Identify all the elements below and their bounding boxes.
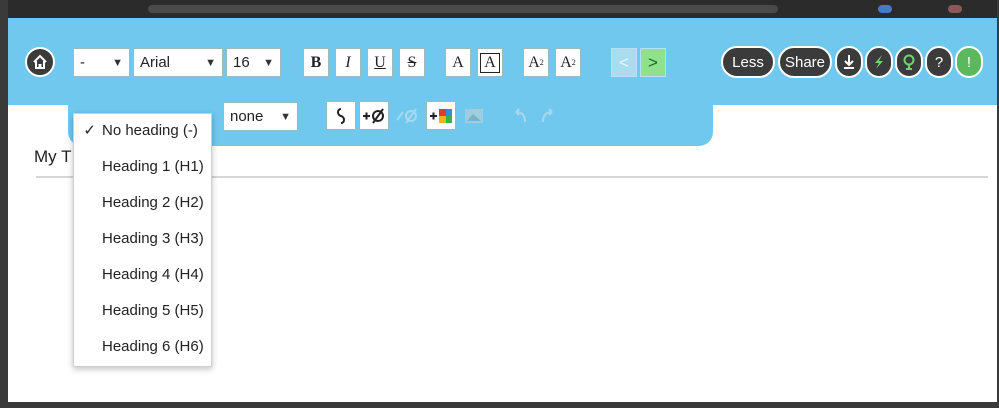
heading-dropdown-menu: ✓ No heading (-) Heading 1 (H1) Heading … <box>73 113 212 367</box>
alert-label: ! <box>966 53 972 71</box>
heading-select[interactable]: - ▼ <box>73 48 130 77</box>
menu-item-no-heading[interactable]: ✓ No heading (-) <box>74 115 211 145</box>
image-icon <box>465 108 483 123</box>
highlight-button[interactable]: A <box>477 48 503 77</box>
link-icon <box>337 107 345 124</box>
superscript-button[interactable]: A2 <box>523 48 549 77</box>
menu-item-heading-5[interactable]: Heading 5 (H5) <box>74 295 211 325</box>
share-label: Share <box>784 53 826 71</box>
style-select[interactable]: none ▼ <box>223 102 298 131</box>
download-icon <box>844 55 854 69</box>
underline-button[interactable]: U <box>367 48 393 77</box>
add-link-button[interactable] <box>359 101 389 130</box>
chevron-down-icon: ▼ <box>280 110 291 123</box>
menu-item-heading-2[interactable]: Heading 2 (H2) <box>74 187 211 217</box>
less-label: Less <box>732 53 764 71</box>
underline-label: U <box>374 53 386 71</box>
menu-item-label: Heading 4 (H4) <box>102 265 204 283</box>
subscript-label: A <box>560 53 572 71</box>
italic-label: I <box>345 53 351 71</box>
redo-button[interactable] <box>533 101 563 130</box>
remove-link-icon <box>396 107 417 124</box>
style-select-value: none <box>230 108 264 125</box>
undo-button[interactable] <box>505 101 535 130</box>
previous-label: < <box>619 52 629 72</box>
superscript-mark: 2 <box>539 58 544 67</box>
bold-label: B <box>310 53 322 71</box>
subscript-button[interactable]: A2 <box>555 48 581 77</box>
next-button[interactable]: > <box>640 48 666 77</box>
image-button[interactable] <box>459 101 489 130</box>
strikethrough-label: S <box>407 53 417 71</box>
less-button[interactable]: Less <box>721 46 775 78</box>
heading-select-value: - <box>80 54 85 71</box>
subscript-mark: 2 <box>571 58 576 67</box>
extension-icon[interactable] <box>878 5 892 13</box>
highlight-label: A <box>480 52 500 73</box>
chevron-down-icon: ▼ <box>112 56 123 69</box>
profile-icon[interactable] <box>948 5 962 13</box>
tree-icon <box>903 54 915 70</box>
download-button[interactable] <box>835 46 863 78</box>
previous-button[interactable]: < <box>611 48 637 77</box>
alert-button[interactable]: ! <box>955 46 983 78</box>
font-family-select[interactable]: Arial ▼ <box>133 48 223 77</box>
menu-item-heading-1[interactable]: Heading 1 (H1) <box>74 151 211 181</box>
help-label: ? <box>934 53 944 71</box>
link-button[interactable] <box>326 101 356 130</box>
add-image-icon <box>430 108 452 123</box>
undo-icon <box>515 107 526 122</box>
menu-item-heading-6[interactable]: Heading 6 (H6) <box>74 331 211 361</box>
add-link-icon <box>363 107 384 124</box>
address-bar[interactable] <box>148 5 778 13</box>
font-size-value: 16 <box>233 54 250 71</box>
font-size-select[interactable]: 16 ▼ <box>226 48 281 77</box>
font-family-value: Arial <box>140 54 171 71</box>
home-button[interactable] <box>25 47 55 77</box>
menu-item-label: No heading (-) <box>102 121 198 139</box>
superscript-label: A <box>528 53 540 71</box>
lightning-button[interactable] <box>865 46 893 78</box>
chevron-down-icon: ▼ <box>205 56 216 69</box>
strikethrough-button[interactable]: S <box>399 48 425 77</box>
remove-link-button[interactable] <box>393 101 423 130</box>
menu-item-label: Heading 5 (H5) <box>102 301 204 319</box>
menu-item-label: Heading 6 (H6) <box>102 337 204 355</box>
redo-icon <box>542 107 553 122</box>
browser-top-bar <box>8 0 997 18</box>
chevron-down-icon: ▼ <box>263 56 274 69</box>
lightning-icon <box>875 55 883 69</box>
menu-item-heading-3[interactable]: Heading 3 (H3) <box>74 223 211 253</box>
share-button[interactable]: Share <box>778 46 832 78</box>
italic-button[interactable]: I <box>335 48 361 77</box>
tree-button[interactable] <box>895 46 923 78</box>
checkmark-icon: ✓ <box>83 122 96 139</box>
menu-item-label: Heading 2 (H2) <box>102 193 204 211</box>
font-color-label: A <box>452 53 464 71</box>
home-icon <box>33 54 47 69</box>
menu-item-label: Heading 1 (H1) <box>102 157 204 175</box>
menu-item-heading-4[interactable]: Heading 4 (H4) <box>74 259 211 289</box>
bold-button[interactable]: B <box>303 48 329 77</box>
font-color-button[interactable]: A <box>445 48 471 77</box>
app-frame: - ▼ Arial ▼ 16 ▼ B I U S A A A2 A2 < > L… <box>8 0 997 402</box>
menu-item-label: Heading 3 (H3) <box>102 229 204 247</box>
next-label: > <box>648 52 658 72</box>
help-button[interactable]: ? <box>925 46 953 78</box>
add-image-button[interactable] <box>426 101 456 130</box>
document-title[interactable]: My T <box>34 147 71 167</box>
